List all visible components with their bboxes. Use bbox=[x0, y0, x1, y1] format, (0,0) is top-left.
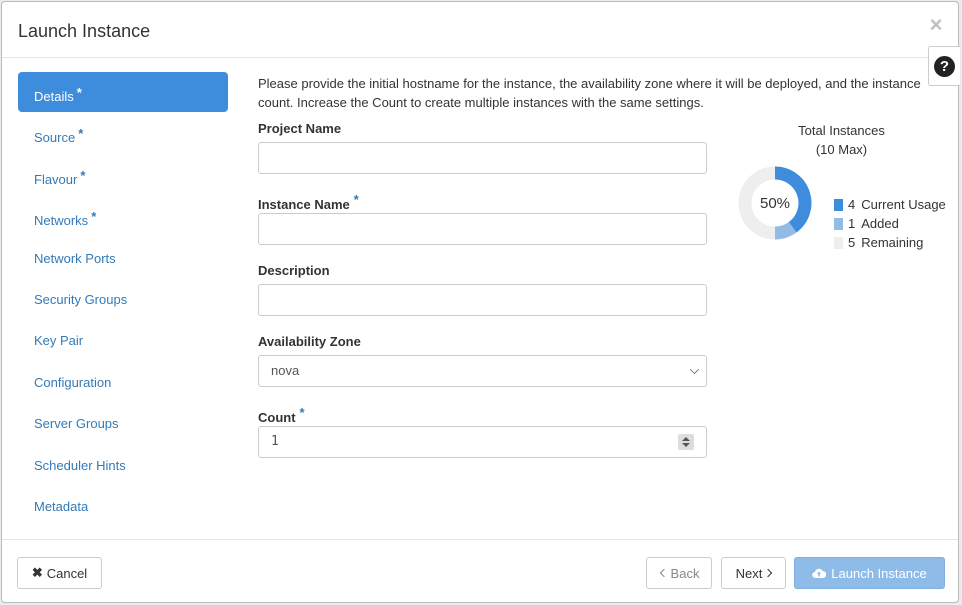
caret-up-icon[interactable] bbox=[682, 437, 690, 441]
donut-percent-label: 50% bbox=[760, 195, 790, 212]
launch-instance-button[interactable]: Launch Instance bbox=[794, 557, 945, 589]
chevron-left-icon bbox=[659, 568, 668, 578]
times-icon: ✖ bbox=[31, 565, 43, 580]
instance-name-group: Instance Name * bbox=[258, 192, 707, 263]
chevron-right-icon bbox=[764, 568, 773, 578]
nav-item-label: Server Groups bbox=[34, 416, 119, 432]
nav-item-label: Network Ports bbox=[34, 250, 116, 266]
back-button[interactable]: Back bbox=[646, 557, 712, 589]
count-stepper[interactable] bbox=[678, 434, 694, 450]
legend-value: 5 bbox=[848, 235, 856, 250]
nav-item-label: Security Groups bbox=[34, 291, 128, 307]
instances-donut: 50% bbox=[738, 166, 812, 240]
nav-item-label: Configuration bbox=[34, 374, 112, 390]
cloud-upload-icon bbox=[812, 568, 827, 579]
nav-item-networks[interactable]: Networks * bbox=[18, 196, 228, 236]
modal-footer: ✖ Cancel Back Next Launch Instance bbox=[2, 539, 958, 604]
next-button[interactable]: Next bbox=[721, 557, 786, 589]
nav-item-scheduler-hints[interactable]: Scheduler Hints bbox=[18, 445, 228, 485]
nav-item-label: Networks bbox=[34, 213, 89, 229]
legend-item: 4 Current Usage bbox=[834, 195, 946, 214]
nav-item-label: Flavour bbox=[34, 171, 78, 187]
modal-title: Launch Instance bbox=[18, 21, 151, 41]
caret-down-icon[interactable] bbox=[682, 443, 690, 447]
legend-swatch bbox=[834, 236, 843, 249]
launch-instance-modal: Launch Instance × ? Details * Source * Flavo… bbox=[1, 1, 960, 604]
availability-zone-value: nova bbox=[258, 355, 707, 387]
nav-item-configuration[interactable]: Configuration bbox=[18, 362, 228, 402]
nav-item-server-groups[interactable]: Server Groups bbox=[18, 403, 228, 443]
nav-item-security-groups[interactable]: Security Groups bbox=[18, 279, 228, 319]
required-asterisk: * bbox=[76, 85, 82, 100]
instance-name-input[interactable] bbox=[258, 213, 707, 245]
availability-zone-group: Availability Zone nova bbox=[258, 334, 707, 405]
nav-item-label: Scheduler Hints bbox=[34, 457, 126, 473]
count-value: 1 bbox=[258, 426, 707, 458]
nav-item-label: Key Pair bbox=[34, 333, 84, 349]
next-label: Next bbox=[735, 565, 763, 581]
availability-zone-label: Availability Zone bbox=[258, 334, 361, 349]
legend-label: Current Usage bbox=[861, 197, 946, 212]
legend-item: 5 Remaining bbox=[834, 233, 946, 252]
legend-label: Added bbox=[861, 216, 899, 231]
nav-item-label: Source bbox=[34, 130, 76, 146]
required-asterisk: * bbox=[91, 209, 97, 225]
legend-swatch bbox=[834, 198, 843, 211]
launch-label: Launch Instance bbox=[831, 565, 927, 581]
help-text: Please provide the initial hostname for … bbox=[258, 76, 921, 110]
count-input[interactable]: 1 bbox=[258, 426, 707, 458]
chart-subtitle: (10 Max) bbox=[815, 142, 868, 157]
count-label: Count * bbox=[258, 405, 305, 425]
wizard-nav: Details * Source * Flavour * Networks * Network … bbox=[18, 72, 228, 527]
details-step: Please provide the initial hostname for … bbox=[258, 74, 946, 458]
description-label: Description bbox=[258, 263, 330, 278]
chart-title: Total Instances bbox=[798, 123, 885, 138]
nav-item-flavour[interactable]: Flavour * bbox=[18, 155, 228, 195]
legend-item: 1 Added bbox=[834, 214, 946, 233]
legend-value: 4 bbox=[848, 197, 856, 212]
legend-value: 1 bbox=[848, 216, 856, 231]
project-name-input[interactable] bbox=[258, 142, 707, 174]
modal-header: Launch Instance × ? bbox=[2, 2, 960, 86]
project-name-label: Project Name bbox=[258, 121, 342, 136]
nav-item-key-pair[interactable]: Key Pair bbox=[18, 320, 228, 360]
close-icon[interactable]: × bbox=[926, 14, 946, 36]
availability-zone-select[interactable]: nova bbox=[258, 355, 707, 387]
chart-legend: 4 Current Usage 1 Added 5 Remaining bbox=[834, 195, 946, 252]
required-asterisk: * bbox=[353, 192, 359, 207]
required-asterisk: * bbox=[78, 126, 84, 142]
instance-name-label: Instance Name * bbox=[258, 192, 359, 212]
back-label: Back bbox=[670, 565, 700, 581]
description-group: Description bbox=[258, 263, 707, 334]
legend-swatch bbox=[834, 217, 843, 230]
project-name-group: Project Name bbox=[258, 121, 707, 192]
required-asterisk: * bbox=[80, 167, 86, 183]
donut-slice-added bbox=[774, 221, 797, 240]
nav-item-details[interactable]: Details * bbox=[18, 72, 228, 112]
required-asterisk: * bbox=[299, 405, 305, 420]
total-instances-chart: Total Instances (10 Max) 50% 4 Current Us… bbox=[738, 121, 962, 261]
cancel-label: Cancel bbox=[46, 565, 88, 581]
count-group: Count * 1 bbox=[258, 405, 707, 476]
cancel-button[interactable]: ✖ Cancel bbox=[17, 557, 102, 589]
nav-item-network-ports[interactable]: Network Ports bbox=[18, 238, 228, 278]
legend-label: Remaining bbox=[861, 235, 924, 250]
nav-item-metadata[interactable]: Metadata bbox=[18, 486, 228, 526]
nav-item-label: Metadata bbox=[34, 498, 89, 514]
nav-item-source[interactable]: Source * bbox=[18, 113, 228, 153]
details-form: Project Name Instance Name * Description … bbox=[258, 121, 707, 476]
description-input[interactable] bbox=[258, 284, 707, 316]
nav-item-label: Details bbox=[34, 89, 74, 104]
